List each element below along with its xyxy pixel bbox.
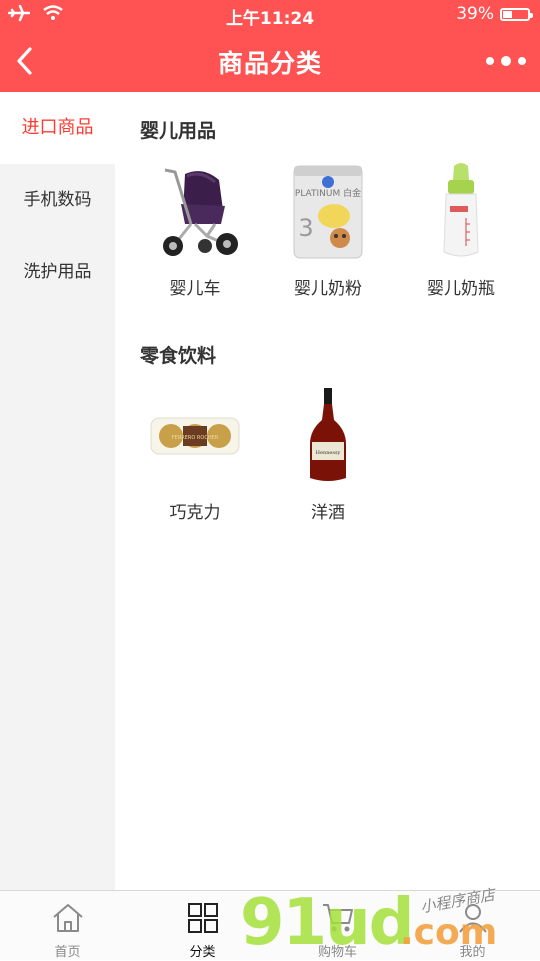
stroller-image [130, 162, 260, 262]
sidebar-item-imported[interactable]: 进口商品 [0, 92, 115, 164]
chocolate-brand: FERRERO ROCHER [172, 435, 219, 441]
tab-label: 首页 [54, 945, 81, 960]
liquor-brand: Hennessy [316, 450, 341, 456]
milk-powder-can-image: PLATINUM 白金 3 [263, 162, 393, 262]
tab-home[interactable]: 首页 [0, 891, 135, 961]
more-dots-icon[interactable] [486, 50, 526, 72]
tab-label: 购物车 [317, 945, 357, 960]
battery-icon [500, 7, 533, 21]
cart-icon [321, 901, 355, 939]
product-label: 巧克力 [169, 503, 221, 523]
product-liquor[interactable]: Hennessy 洋酒 [263, 386, 393, 523]
home-icon [51, 901, 85, 939]
category-grid-icon [186, 901, 220, 939]
tab-label: 我的 [459, 945, 486, 960]
product-baby-bottle[interactable]: 婴儿奶瓶 [396, 162, 526, 299]
page-title: 商品分类 [217, 49, 322, 78]
product-label: 婴儿奶粉 [294, 279, 362, 299]
nav-bar: 商品分类 [0, 30, 540, 92]
tab-category[interactable]: 分类 [135, 891, 270, 961]
tab-cart[interactable]: 购物车 [270, 891, 405, 961]
milk-can-stage: 3 [298, 214, 313, 242]
product-label: 婴儿车 [169, 279, 221, 299]
milk-can-brand: PLATINUM 白金 [295, 187, 361, 199]
product-stroller[interactable]: 婴儿车 [130, 162, 260, 299]
status-right: 39% [456, 4, 533, 24]
product-milk-powder[interactable]: PLATINUM 白金 3 婴儿奶粉 [263, 162, 393, 299]
sidebar-item-care[interactable]: 洗护用品 [0, 236, 115, 308]
user-icon [456, 901, 490, 939]
status-bar: 上午11:24 39% [0, 0, 540, 30]
baby-bottle-image [396, 162, 526, 262]
section-title-baby: 婴儿用品 [140, 120, 217, 142]
chocolate-box-image: FERRERO ROCHER [130, 386, 260, 486]
product-label: 洋酒 [311, 503, 345, 523]
category-content: 婴儿用品 婴儿车 PLATINUM 白金 3 婴儿奶粉 婴儿奶瓶 零食饮料 FE… [115, 92, 540, 890]
battery-percent: 39% [456, 4, 494, 24]
category-sidebar: 进口商品 手机数码 洗护用品 [0, 92, 115, 890]
cognac-bottle-image: Hennessy [263, 386, 393, 486]
tab-label: 分类 [189, 945, 216, 960]
product-label: 婴儿奶瓶 [427, 279, 495, 299]
sidebar-item-digital[interactable]: 手机数码 [0, 164, 115, 236]
section-title-snacks: 零食饮料 [140, 345, 217, 367]
tab-bar: 首页 分类 购物车 我的 [0, 890, 540, 960]
product-chocolate[interactable]: FERRERO ROCHER 巧克力 [130, 386, 260, 523]
tab-mine[interactable]: 我的 [405, 891, 540, 961]
battery-fill [503, 10, 513, 18]
